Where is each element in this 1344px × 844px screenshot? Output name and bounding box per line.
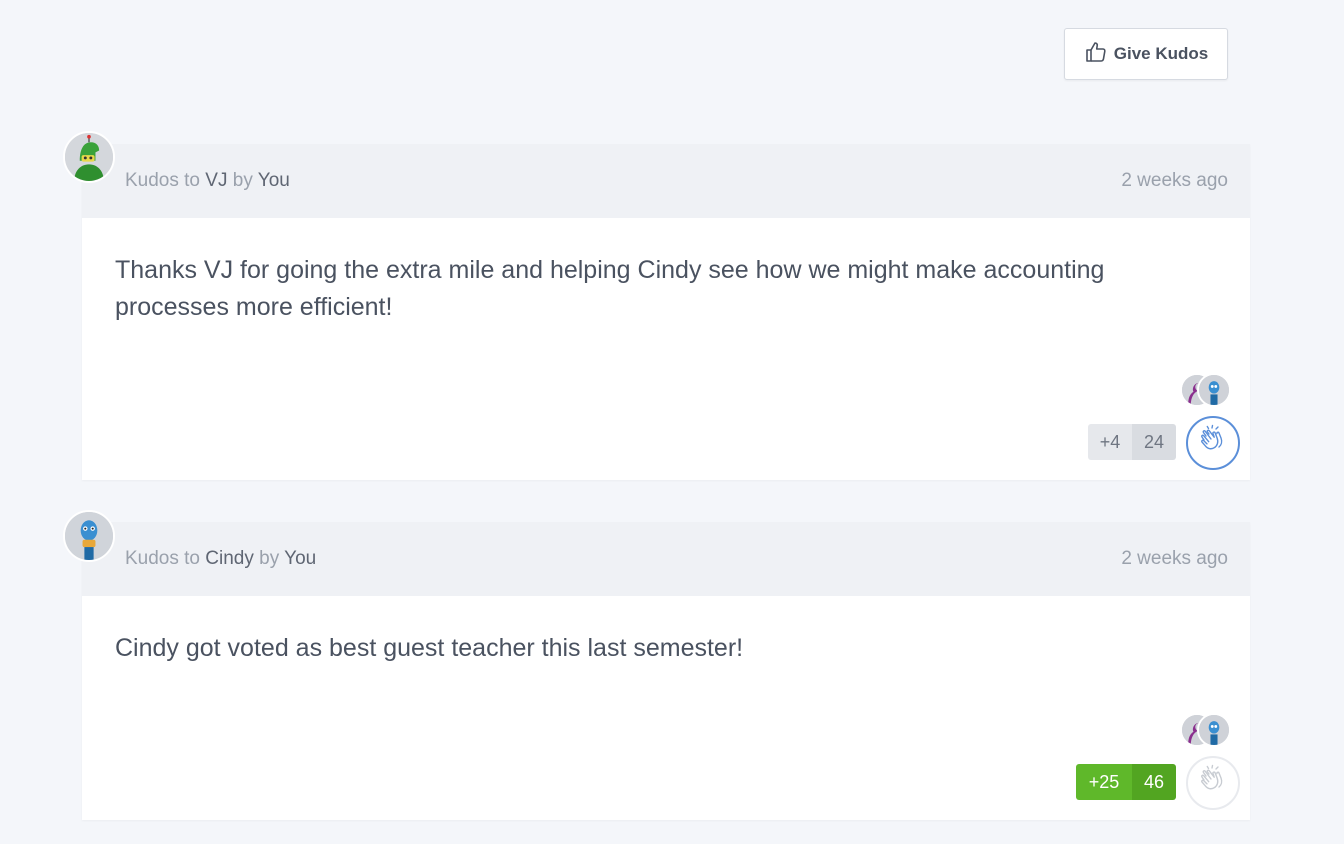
recipient-avatar <box>63 510 115 562</box>
kudos-message: Cindy got voted as best guest teacher th… <box>115 634 744 662</box>
kudos-by-word: by <box>232 170 253 191</box>
kudos-card-header: Kudos to Cindy by You 2 weeks ago <box>82 522 1250 596</box>
kudos-timestamp: 2 weeks ago <box>1121 548 1228 569</box>
clap-hands-icon <box>1195 423 1231 464</box>
clap-hands-icon <box>1195 763 1231 804</box>
kudos-meta: Kudos to Cindy by You <box>125 548 316 570</box>
kudos-to-prefix: Kudos to <box>125 170 200 191</box>
kudos-timestamp: 2 weeks ago <box>1121 170 1228 191</box>
kudos-to-prefix: Kudos to <box>125 548 200 569</box>
author-link[interactable]: You <box>284 548 316 569</box>
kudos-counter: +25 46 <box>1076 764 1176 800</box>
reactor-avatars <box>1180 373 1231 407</box>
kudos-card: Kudos to VJ by You 2 weeks ago Thanks VJ… <box>82 144 1250 480</box>
kudos-meta: Kudos to VJ by You <box>125 170 290 192</box>
kudos-counter: +4 24 <box>1088 424 1176 460</box>
kudos-card: Kudos to Cindy by You 2 weeks ago Cindy … <box>82 522 1250 820</box>
kudos-card-body: Thanks VJ for going the extra mile and h… <box>82 218 1250 326</box>
kudos-card-header: Kudos to VJ by You 2 weeks ago <box>82 144 1250 218</box>
thumbs-up-icon <box>1084 40 1108 69</box>
kudos-message: Thanks VJ for going the extra mile and h… <box>115 256 1105 321</box>
recipient-link[interactable]: Cindy <box>205 548 254 569</box>
bonus-count: +25 <box>1076 764 1132 800</box>
kudos-by-word: by <box>259 548 280 569</box>
reactor-avatar <box>1197 713 1231 747</box>
clap-count: 46 <box>1132 764 1176 800</box>
bonus-count: +4 <box>1088 424 1132 460</box>
clap-button[interactable] <box>1186 756 1240 810</box>
reactor-avatars <box>1180 713 1231 747</box>
clap-count: 24 <box>1132 424 1176 460</box>
recipient-avatar <box>63 131 115 183</box>
kudos-card-body: Cindy got voted as best guest teacher th… <box>82 596 1250 667</box>
clap-button[interactable] <box>1186 416 1240 470</box>
recipient-link[interactable]: VJ <box>205 170 227 191</box>
reactor-avatar <box>1197 373 1231 407</box>
author-link[interactable]: You <box>258 170 290 191</box>
give-kudos-button[interactable]: Give Kudos <box>1064 28 1228 80</box>
give-kudos-label: Give Kudos <box>1113 44 1209 63</box>
